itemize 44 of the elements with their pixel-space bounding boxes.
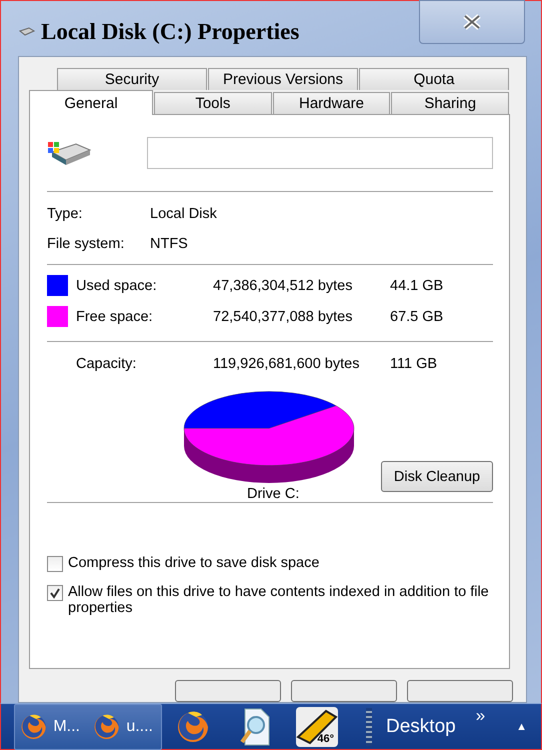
tab[interactable]: Sharing — [391, 92, 510, 114]
field-label: File system: — [47, 236, 126, 252]
drive-icon — [48, 140, 92, 166]
checkbox-label: Allow files on this drive to have contents indexed in addition to file properties — [68, 584, 490, 616]
field-value: Local Disk — [150, 206, 218, 222]
space-label: Used space: — [76, 278, 158, 294]
capacity-label: Capacity: — [76, 356, 138, 372]
tab[interactable]: General — [29, 90, 153, 115]
bytes-value: 119,926,681,600 bytes — [213, 356, 360, 372]
taskbar-button[interactable]: u.... — [88, 704, 161, 748]
tab[interactable]: Security — [57, 68, 207, 90]
name-field[interactable] — [147, 137, 493, 169]
tab[interactable]: Hardware — [272, 92, 390, 114]
checkbox[interactable] — [47, 585, 63, 601]
field-value: NTFS — [150, 236, 189, 252]
bytes-value: 47,386,304,512 bytes — [213, 278, 354, 294]
tab[interactable]: Previous Versions — [208, 68, 358, 90]
tab[interactable]: Quota — [359, 68, 509, 90]
dialog-button[interactable] — [291, 680, 397, 702]
drive-icon — [19, 27, 35, 37]
desktop-toolbar[interactable]: Desktop — [386, 716, 456, 738]
more-button[interactable]: » — [476, 706, 486, 726]
firefox-icon — [176, 710, 210, 744]
window-title: Local Disk (C:) Properties — [41, 19, 300, 45]
disk-cleanup-button[interactable]: Disk Cleanup — [381, 461, 493, 492]
size-value: 111 GB — [390, 356, 438, 372]
size-value: 67.5 GB — [390, 308, 444, 324]
tab[interactable]: Tools — [154, 92, 272, 114]
close-icon — [463, 14, 481, 30]
field-label: Type: — [47, 206, 84, 222]
magnifier-document-icon — [239, 706, 271, 746]
checkbox-label: Compress this drive to save disk space — [68, 555, 320, 571]
size-value: 44.1 GB — [390, 278, 444, 294]
taskbar-button[interactable]: M... — [15, 704, 88, 748]
dialog-button[interactable] — [407, 680, 513, 702]
dialog-button[interactable] — [175, 680, 281, 702]
space-label: Free space: — [76, 308, 154, 324]
bytes-value: 72,540,377,088 bytes — [213, 308, 354, 324]
checkbox[interactable] — [47, 556, 63, 572]
close-button[interactable] — [419, 0, 525, 44]
thermometer-icon: 46° — [296, 706, 338, 746]
tray-button[interactable]: ▲ — [516, 720, 527, 732]
taskbar-button[interactable]: 46° — [286, 704, 348, 748]
chart-title: Drive C: — [247, 486, 300, 502]
